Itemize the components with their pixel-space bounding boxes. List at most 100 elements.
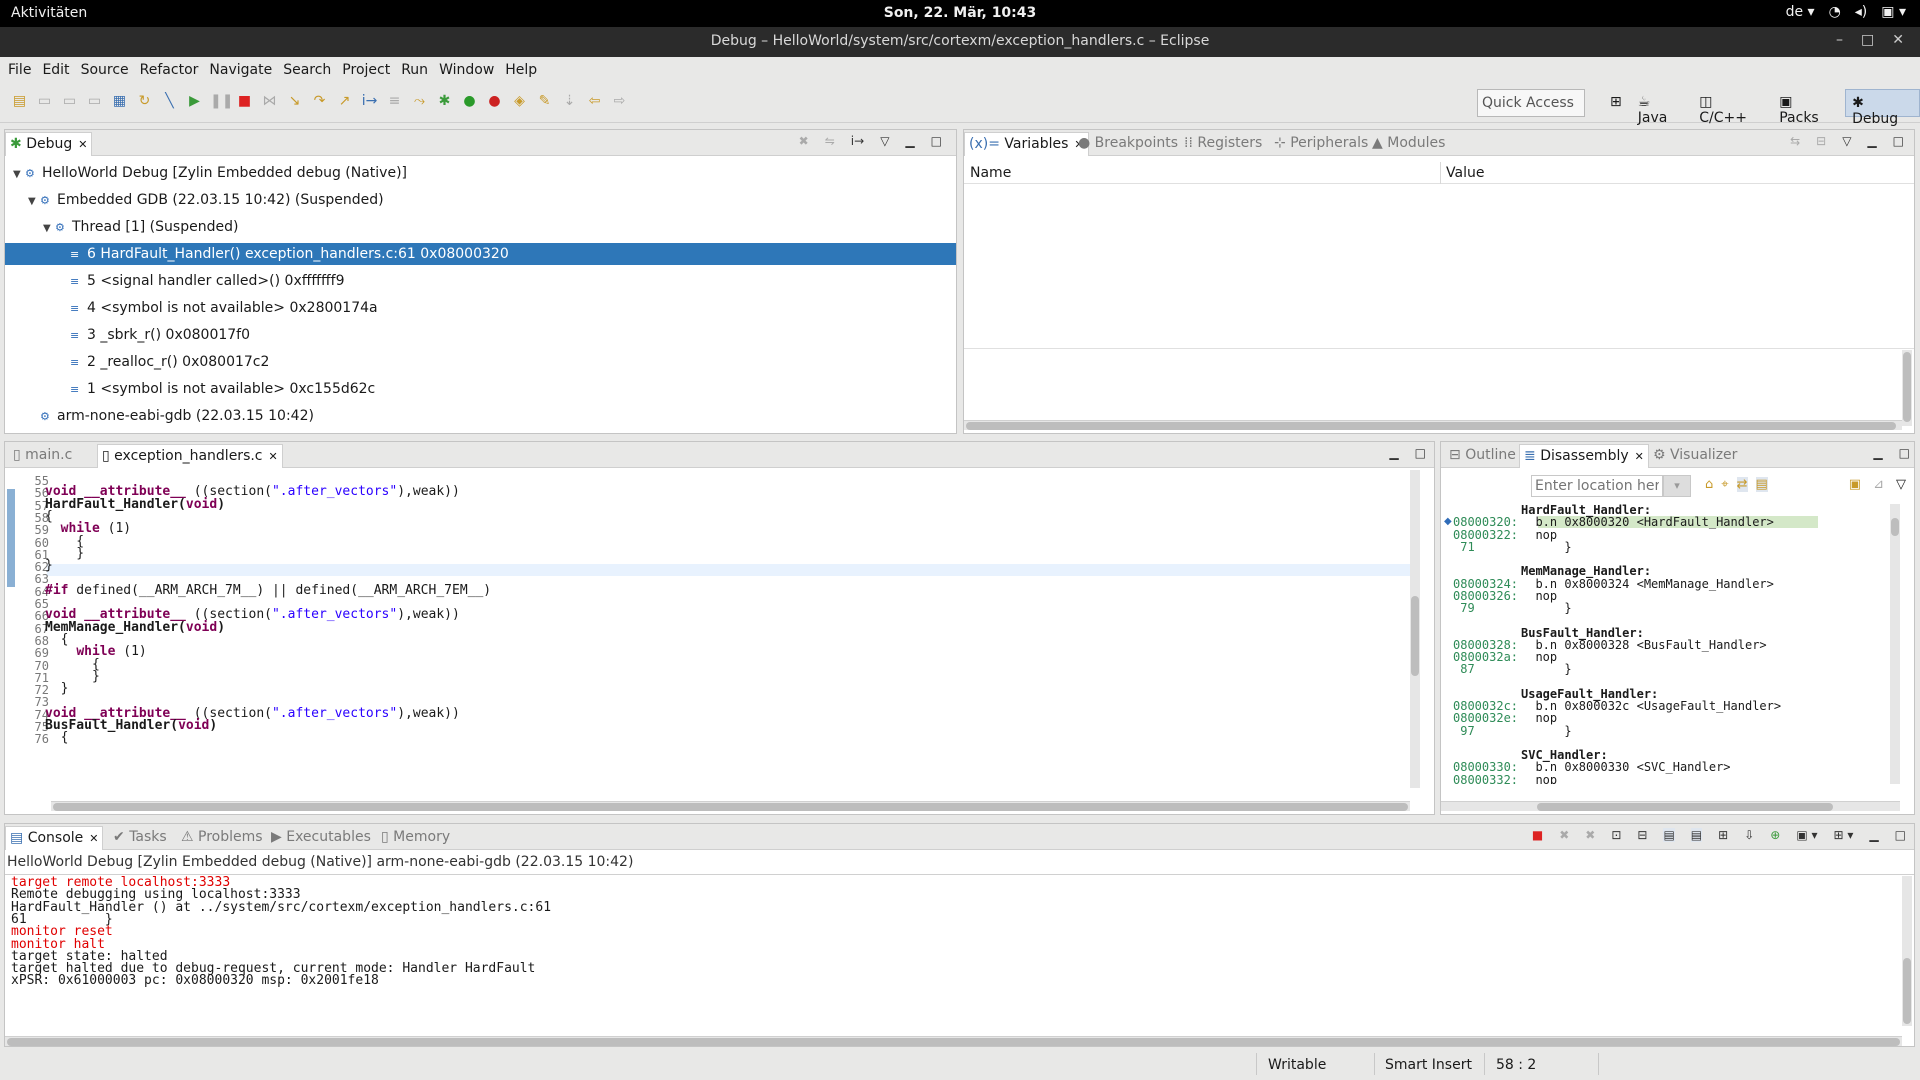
tab-breakpoints[interactable]: ● Breakpoints: [1074, 134, 1182, 152]
debug-tree-item[interactable]: ▼ ⚙ Embedded GDB (22.03.15 10:42) (Suspend…: [5, 189, 956, 211]
function-label[interactable]: BusFault_Handler:: [1521, 626, 1644, 638]
quick-access-input[interactable]: Quick Access: [1477, 89, 1585, 117]
tab-variables[interactable]: (x)= Variables ✕: [964, 132, 1089, 156]
maximize-icon[interactable]: □: [1895, 828, 1906, 842]
step-return-icon[interactable]: ↗: [335, 93, 354, 109]
forward-icon[interactable]: ⇨: [610, 93, 629, 109]
external-tools-icon[interactable]: ●: [485, 93, 504, 109]
code-line[interactable]: #if defined(__ARM_ARCH_7M__) || defined(…: [45, 584, 491, 597]
perspective-cpp[interactable]: ◫ C/C++: [1693, 89, 1769, 126]
wifi-icon[interactable]: ◔: [1829, 4, 1841, 20]
back-icon[interactable]: ⇦: [585, 93, 604, 109]
debug-tree-item[interactable]: ≡ 5 <signal handler called>() 0xfffffff9: [5, 270, 956, 292]
debug-tree-item[interactable]: ▼ ⚙ HelloWorld Debug [Zylin Embedded debug…: [5, 162, 956, 184]
language-indicator[interactable]: de ▾: [1786, 4, 1815, 20]
menu-file[interactable]: File: [4, 57, 38, 83]
next-annotation-icon[interactable]: ⇣: [560, 93, 579, 109]
link-with-debug-icon[interactable]: ⇄: [1736, 477, 1748, 492]
remove-all-icon[interactable]: ✖: [1585, 828, 1595, 842]
disassembly-listing[interactable]: HardFault_Handler: 08000320: b.n 0x800032…: [1453, 504, 1903, 784]
debug-tree-item[interactable]: ⚙ arm-none-eabi-gdb (22.03.15 10:42): [5, 405, 956, 427]
debug-tree-item[interactable]: ≡ 4 <symbol is not available> 0x2800174a: [5, 297, 956, 319]
column-name[interactable]: Name: [970, 165, 1011, 181]
instruction-text[interactable]: nop: [1521, 773, 1557, 784]
new-console-icon[interactable]: ⊞ ▾: [1834, 828, 1854, 842]
location-dropdown-icon[interactable]: ▾: [1663, 475, 1691, 497]
column-value[interactable]: Value: [1446, 165, 1484, 181]
build-icon[interactable]: ▦: [110, 93, 129, 109]
console-hscroll[interactable]: [5, 1036, 1902, 1046]
maximize-icon[interactable]: □: [1415, 446, 1426, 460]
tab-outline[interactable]: ⊟ Outline: [1445, 446, 1520, 464]
show-on-output-icon[interactable]: ▤: [1663, 828, 1675, 842]
console-vscroll[interactable]: [1902, 876, 1912, 1026]
collapse-all-icon[interactable]: ⊟: [1816, 134, 1826, 148]
drop-to-frame-icon[interactable]: ≡: [385, 93, 404, 109]
variables-hscroll[interactable]: [964, 420, 1902, 430]
menu-help[interactable]: Help: [501, 57, 544, 83]
perspective-debug[interactable]: ✱ Debug: [1845, 89, 1920, 127]
code-line[interactable]: {: [45, 731, 69, 744]
minimize-icon[interactable]: ▁: [1867, 134, 1876, 148]
menu-refactor[interactable]: Refactor: [136, 57, 206, 83]
location-input[interactable]: [1531, 475, 1663, 497]
instruction-text[interactable]: }: [1521, 663, 1571, 675]
save-icon[interactable]: ▭: [35, 93, 54, 109]
tab-main-c[interactable]: ▯ main.c: [9, 446, 76, 464]
minimize-icon[interactable]: ▁: [1869, 828, 1878, 842]
resume-icon[interactable]: ▶: [185, 93, 204, 109]
new-icon[interactable]: ▤: [10, 93, 29, 109]
instruction-stepping-icon[interactable]: i→: [360, 93, 379, 109]
maximize-icon[interactable]: □: [1893, 134, 1904, 148]
volume-icon[interactable]: ◂): [1855, 4, 1868, 20]
code-line[interactable]: BusFault_Handler(void): [45, 719, 217, 732]
terminate-icon[interactable]: ■: [235, 93, 254, 109]
maximize-icon[interactable]: □: [1899, 446, 1910, 460]
stack-frame-selected[interactable]: ≡ 6 HardFault_Handler() exception_handler…: [5, 243, 956, 265]
code-line[interactable]: }: [45, 682, 69, 695]
minimize-icon[interactable]: ▁: [905, 134, 914, 148]
debug-tree-item[interactable]: ≡ 3 _sbrk_r() 0x080017f0: [5, 324, 956, 346]
home-icon[interactable]: ⌂: [1705, 477, 1713, 492]
system-menu-icon[interactable]: ▣ ▾: [1881, 4, 1906, 20]
tab-disassembly[interactable]: ≣ Disassembly ✕: [1519, 444, 1649, 468]
goto-pc-icon[interactable]: ⌖: [1721, 477, 1728, 492]
clock[interactable]: Son, 22. Mär, 10:43: [0, 5, 1920, 21]
instruction-text[interactable]: }: [1521, 602, 1571, 614]
close-window-button[interactable]: ✕: [1892, 32, 1904, 48]
toggle-icon[interactable]: ⇆: [1790, 134, 1800, 148]
minimize-icon[interactable]: ▁: [1389, 446, 1398, 460]
editor-hscroll[interactable]: [51, 801, 1410, 811]
step-into-icon[interactable]: ↘: [285, 93, 304, 109]
view-menu-icon[interactable]: ▽: [1842, 134, 1851, 148]
menu-navigate[interactable]: Navigate: [205, 57, 279, 83]
menu-search[interactable]: Search: [279, 57, 338, 83]
instruction-text[interactable]: b.n 0x8000320 <HardFault_Handler>: [1521, 516, 1773, 528]
perspective-packs[interactable]: ▣ Packs: [1773, 89, 1841, 126]
close-icon[interactable]: ✕: [1635, 450, 1644, 463]
tab-peripherals[interactable]: ⊹ Peripherals: [1270, 134, 1372, 152]
debug-tree-item[interactable]: ≡ 2 _realloc_r() 0x080017c2: [5, 351, 956, 373]
pin-icon[interactable]: ▣: [1849, 477, 1861, 492]
show-on-error-icon[interactable]: ▤: [1690, 828, 1703, 842]
editor-vscroll[interactable]: [1410, 470, 1420, 788]
code-line[interactable]: }: [45, 559, 53, 572]
code-line[interactable]: HardFault_Handler(void): [45, 498, 225, 511]
console-output[interactable]: target remote localhost:3333 Remote debug…: [5, 876, 1900, 1025]
debug-icon[interactable]: ✱: [435, 93, 454, 109]
remove-launch-icon[interactable]: ✖: [1559, 828, 1569, 842]
tab-exception-handlers-c[interactable]: ▯ exception_handlers.c ✕: [97, 444, 283, 468]
clear-console-icon[interactable]: ⊡: [1611, 828, 1621, 842]
menu-run[interactable]: Run: [397, 57, 435, 83]
instruction-text[interactable]: }: [1521, 541, 1571, 553]
tab-problems[interactable]: ⚠ Problems: [177, 828, 267, 846]
instruction-text[interactable]: nop: [1521, 528, 1557, 540]
minimize-icon[interactable]: ▁: [1873, 446, 1882, 460]
menu-project[interactable]: Project: [338, 57, 397, 83]
close-icon[interactable]: ✕: [89, 832, 98, 845]
skip-breakpoints-icon[interactable]: ╲: [160, 93, 179, 109]
show-source-icon[interactable]: ▤: [1755, 477, 1768, 492]
instruction-text[interactable]: nop: [1521, 712, 1557, 724]
perspective-java[interactable]: ☕ Java: [1632, 89, 1690, 126]
variables-vscroll[interactable]: [1902, 350, 1912, 426]
